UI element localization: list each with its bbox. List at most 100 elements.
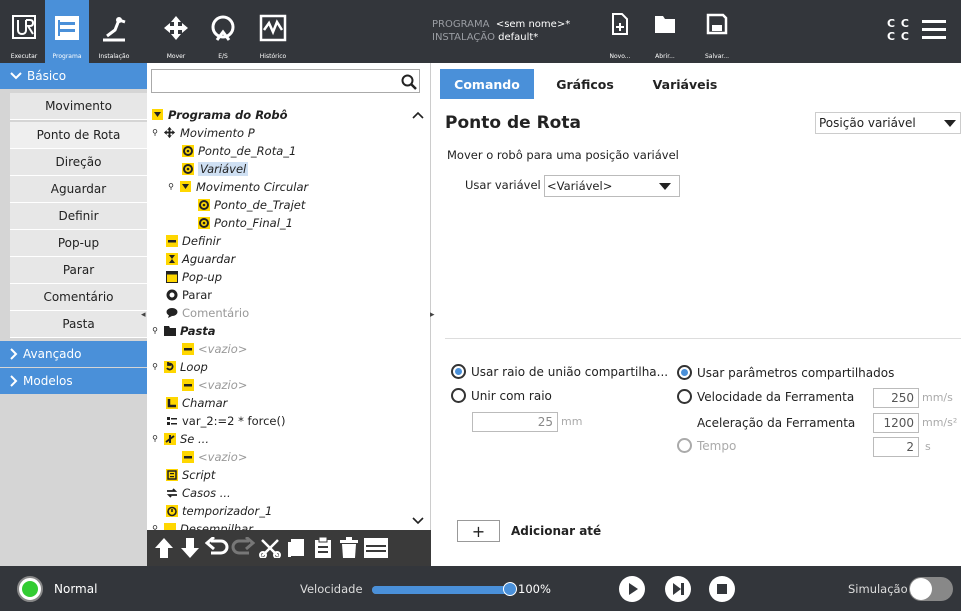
installation-tab[interactable]: Instalação <box>92 0 136 63</box>
tree-node-empty[interactable]: <vazio> <box>181 340 247 357</box>
tree-node-timer[interactable]: temporizador_1 <box>165 502 272 519</box>
tree-node-robot-program[interactable]: Programa do Robô <box>151 106 288 123</box>
add-until-button[interactable]: + <box>457 520 500 542</box>
tree-node-empty[interactable]: <vazio> <box>181 448 247 465</box>
tree-scrollbar[interactable] <box>410 105 428 545</box>
cut-icon[interactable] <box>259 538 281 558</box>
nav-item-direction[interactable]: Direção <box>10 149 147 176</box>
chevron-right-icon <box>10 375 18 387</box>
tool-speed-option[interactable]: Velocidade da Ferramenta <box>677 389 854 404</box>
move-icon <box>164 16 188 40</box>
time-input[interactable]: 2 <box>873 437 919 457</box>
tree-node-script[interactable]: Script <box>165 466 215 483</box>
blend-radius-option[interactable]: Unir com raio <box>451 388 552 403</box>
tree-node-move-circular[interactable]: ⚲ Movimento Circular <box>167 178 308 195</box>
tree-node-loop[interactable]: ⚲ Loop <box>151 358 208 375</box>
script-icon <box>165 468 178 481</box>
play-icon[interactable] <box>619 576 645 602</box>
scroll-up-icon[interactable] <box>412 111 424 119</box>
move-down-icon[interactable] <box>179 536 201 560</box>
status-indicator[interactable] <box>17 576 43 602</box>
category-templates[interactable]: Modelos <box>0 368 147 394</box>
radio-unselected[interactable] <box>677 389 692 404</box>
move-up-icon[interactable] <box>153 536 175 560</box>
nav-item-popup[interactable]: Pop-up <box>10 230 147 257</box>
program-tab[interactable]: Programa <box>45 0 89 63</box>
blend-radius-input[interactable]: 25 <box>472 412 558 432</box>
category-basic[interactable]: Básico <box>0 63 147 89</box>
tab-variables[interactable]: Variáveis <box>635 69 735 99</box>
tree-node-if[interactable]: ⚲ Se ... <box>151 430 209 447</box>
move-icon <box>163 126 176 139</box>
tree-node-folder[interactable]: ⚲ Pasta <box>151 322 216 339</box>
waypoint-type-select[interactable]: Posição variável <box>815 112 961 134</box>
radio-disabled[interactable] <box>677 438 692 453</box>
tree-node-call[interactable]: Chamar <box>165 394 227 411</box>
tree-node-end-point[interactable]: Ponto_Final_1 <box>197 214 293 231</box>
radio-unselected[interactable] <box>451 388 466 403</box>
tool-speed-input[interactable]: 250 <box>873 388 919 408</box>
installation-label: INSTALAÇÃO <box>432 32 495 43</box>
save-button[interactable]: Salvar... <box>695 0 739 63</box>
simulation-toggle[interactable] <box>909 577 953 601</box>
chevron-right-icon <box>10 348 18 360</box>
blend-shared-option[interactable]: Usar raio de união compartilha... <box>451 364 668 379</box>
radio-selected[interactable] <box>677 365 692 380</box>
tree-node-set[interactable]: Definir <box>165 232 221 249</box>
delete-icon[interactable] <box>339 537 359 559</box>
speed-slider-knob[interactable] <box>503 582 517 596</box>
radio-selected[interactable] <box>451 364 466 379</box>
open-button[interactable]: Abrir... <box>645 0 685 63</box>
nav-item-set[interactable]: Definir <box>10 203 147 230</box>
run-tab[interactable]: Executar <box>4 0 44 63</box>
log-tab[interactable]: Histórico <box>253 0 293 63</box>
redo-icon[interactable] <box>231 537 255 559</box>
waypoint-icon <box>197 216 210 229</box>
tab-command[interactable]: Comando <box>440 69 534 99</box>
nav-item-waypoint[interactable]: Ponto de Rota <box>10 122 147 149</box>
scroll-down-icon[interactable] <box>412 517 424 525</box>
nav-item-wait[interactable]: Aguardar <box>10 176 147 203</box>
nav-item-comment[interactable]: Comentário <box>10 284 147 311</box>
speed-slider[interactable] <box>372 582 517 596</box>
move-tab[interactable]: Mover <box>158 0 194 63</box>
undo-icon[interactable] <box>205 537 229 559</box>
tree-node-via-point[interactable]: Ponto_de_Trajet <box>197 196 305 213</box>
step-icon[interactable] <box>665 576 691 602</box>
tab-graphics[interactable]: Gráficos <box>535 69 635 99</box>
stop-icon[interactable] <box>709 576 735 602</box>
variable-select[interactable]: <Variável> <box>544 175 680 197</box>
nav-item-halt[interactable]: Parar <box>10 257 147 284</box>
copy-icon[interactable] <box>287 537 307 559</box>
timer-icon <box>165 504 178 517</box>
tree-node-popup[interactable]: Pop-up <box>165 268 222 285</box>
tool-accel-input[interactable]: 1200 <box>873 413 919 433</box>
divider <box>445 338 961 339</box>
search-input[interactable] <box>151 69 420 93</box>
search-icon[interactable] <box>401 74 417 90</box>
time-option[interactable]: Tempo <box>677 438 736 453</box>
tree-node-empty[interactable]: <vazio> <box>181 376 247 393</box>
tree-node-switch[interactable]: Casos ... <box>165 484 231 501</box>
nav-item-move[interactable]: Movimento <box>10 93 147 120</box>
tree-node-comment[interactable]: Comentário <box>165 304 249 321</box>
tree-node-assignment[interactable]: var_2:=2 * force() <box>165 412 285 429</box>
new-button[interactable]: Novo... <box>600 0 640 63</box>
variable-select-value: <Variável> <box>547 179 613 193</box>
tree-node-variable-selected[interactable]: Variável <box>181 160 249 177</box>
tree-node-wait[interactable]: Aguardar <box>165 250 235 267</box>
params-shared-option[interactable]: Usar parâmetros compartilhados <box>677 365 894 380</box>
io-tab-label: E/S <box>218 53 228 60</box>
nav-item-folder[interactable]: Pasta <box>10 311 147 338</box>
collapse-right-handle[interactable]: ▸ <box>430 310 435 320</box>
expand-pin-icon: ⚲ <box>152 326 158 335</box>
suppress-icon[interactable] <box>363 537 389 559</box>
left-nav: Básico Movimento Ponto de Rota Direção A… <box>0 63 147 566</box>
tree-node-move-p[interactable]: ⚲ Movimento P <box>151 124 255 141</box>
paste-icon[interactable] <box>313 536 333 560</box>
category-advanced[interactable]: Avançado <box>0 341 147 367</box>
io-tab[interactable]: E/S <box>205 0 241 63</box>
tree-node-halt[interactable]: Parar <box>165 286 212 303</box>
menu-button[interactable] <box>920 18 948 42</box>
tree-node-waypoint-1[interactable]: Ponto_de_Rota_1 <box>181 142 296 159</box>
